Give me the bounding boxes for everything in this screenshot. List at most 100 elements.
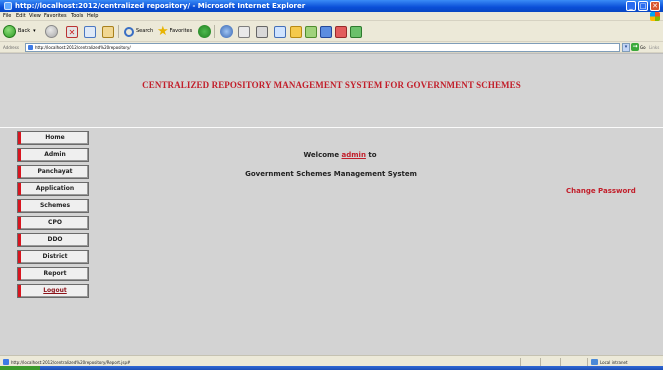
menu-tools[interactable]: Tools [71,13,83,20]
welcome-suffix: to [368,151,377,159]
messenger-icon [320,25,332,38]
media-icon [198,25,211,38]
nav-label: District [42,253,68,260]
toolbar-separator [118,24,119,39]
start-button[interactable] [0,366,40,370]
nav-district[interactable]: District [17,250,89,264]
nav-report[interactable]: Report [17,267,89,281]
history-button[interactable] [220,24,233,39]
star-icon: ★ [157,24,169,39]
messenger-button[interactable] [320,24,332,39]
print-icon [256,25,268,38]
address-url: http://localhost:2012/centralized%20repo… [35,45,131,50]
security-zone: Local intranet [600,360,628,365]
menu-bar: File Edit View Favorites Tools Help [0,12,663,21]
edit-button[interactable] [274,24,286,39]
favorites-label: Favorites [169,28,193,34]
nav-home[interactable]: Home [17,131,89,145]
minimize-button[interactable]: _ [626,1,636,11]
toolbar: Back ▾ Search ★ Favorites [0,21,663,42]
windows-logo-icon [650,12,660,21]
nav-ddo[interactable]: DDO [17,233,89,247]
welcome-prefix: Welcome [303,151,340,159]
system-name: Government Schemes Management System [245,170,417,178]
refresh-icon [84,25,96,38]
menu-edit[interactable]: Edit [16,13,26,20]
menu-file[interactable]: File [3,13,11,20]
stop-button[interactable] [66,24,78,39]
nav-label: Application [35,185,75,192]
nav-label: CPO [48,219,62,226]
logout-label: Logout [43,287,67,294]
maximize-button[interactable]: □ [638,1,648,11]
address-input[interactable]: http://localhost:2012/centralized%20repo… [25,43,620,52]
search-icon [124,26,134,37]
go-arrow-icon: → [631,43,639,51]
nav-logout[interactable]: Logout [17,284,89,298]
back-button[interactable]: Back ▾ [3,24,36,39]
nav-schemes[interactable]: Schemes [17,199,89,213]
print-button[interactable] [256,24,268,39]
back-arrow-icon [3,25,16,38]
tools-button[interactable] [335,24,347,39]
menu-help[interactable]: Help [87,13,98,20]
go-label: Go [640,44,646,50]
menu-favorites[interactable]: Favorites [44,13,67,20]
title-bar: http://localhost:2012/centralized reposi… [0,0,663,12]
nav-application[interactable]: Application [17,182,89,196]
links-label[interactable]: Links [649,44,659,51]
window-title: http://localhost:2012/centralized reposi… [15,2,306,10]
side-nav: Home Admin Panchayat Application Schemes… [17,131,90,301]
address-bar: Address http://localhost:2012/centralize… [0,42,663,53]
intranet-icon [591,359,598,365]
edit-icon [274,25,286,38]
nav-panchayat[interactable]: Panchayat [17,165,89,179]
nav-label: Panchayat [37,168,73,175]
history-icon [220,25,233,38]
change-password-link[interactable]: Change Password [566,186,636,196]
image-icon [305,25,317,38]
address-dropdown-icon[interactable]: ▾ [622,43,630,52]
search-button[interactable]: Search [124,24,153,39]
stop-icon [66,25,78,38]
nav-label: Schemes [39,202,71,209]
page-header: CENTRALIZED REPOSITORY MANAGEMENT SYSTEM… [0,54,663,126]
taskbar [0,366,663,370]
media-button[interactable] [198,24,211,39]
username-link[interactable]: admin [342,151,366,159]
nav-label: DDO [47,236,63,243]
home-button[interactable] [102,24,114,39]
go-button[interactable]: → Go [631,43,646,51]
page-icon [28,45,33,50]
image-button[interactable] [305,24,317,39]
nav-admin[interactable]: Admin [17,148,89,162]
search-label: Search [136,28,154,34]
nav-label: Admin [44,151,66,158]
bug-icon [350,25,362,38]
menu-view[interactable]: View [29,13,41,20]
favorites-button[interactable]: ★ Favorites [157,24,192,39]
nav-label: Home [45,134,65,141]
refresh-button[interactable] [84,24,96,39]
toolbar-separator-2 [214,24,215,39]
back-label: Back [18,28,31,34]
forward-button[interactable] [45,24,58,39]
close-button[interactable]: ✕ [650,1,660,11]
ie-logo-icon [4,2,12,10]
bug-button[interactable] [350,24,362,39]
forward-arrow-icon [45,25,58,38]
nav-label: Report [43,270,67,277]
ie-window: http://localhost:2012/centralized reposi… [0,0,663,370]
page-title: CENTRALIZED REPOSITORY MANAGEMENT SYSTEM… [142,80,521,90]
home-icon [102,25,114,38]
address-label: Address [3,45,19,50]
mail-button[interactable] [238,24,250,39]
back-dropdown-icon[interactable]: ▾ [33,28,36,35]
header-divider [0,127,663,128]
page-content: CENTRALIZED REPOSITORY MANAGEMENT SYSTEM… [0,53,663,355]
nav-cpo[interactable]: CPO [17,216,89,230]
folder-icon [290,25,302,38]
folder-button[interactable] [290,24,302,39]
tools-icon [335,25,347,38]
mail-icon [238,25,250,38]
